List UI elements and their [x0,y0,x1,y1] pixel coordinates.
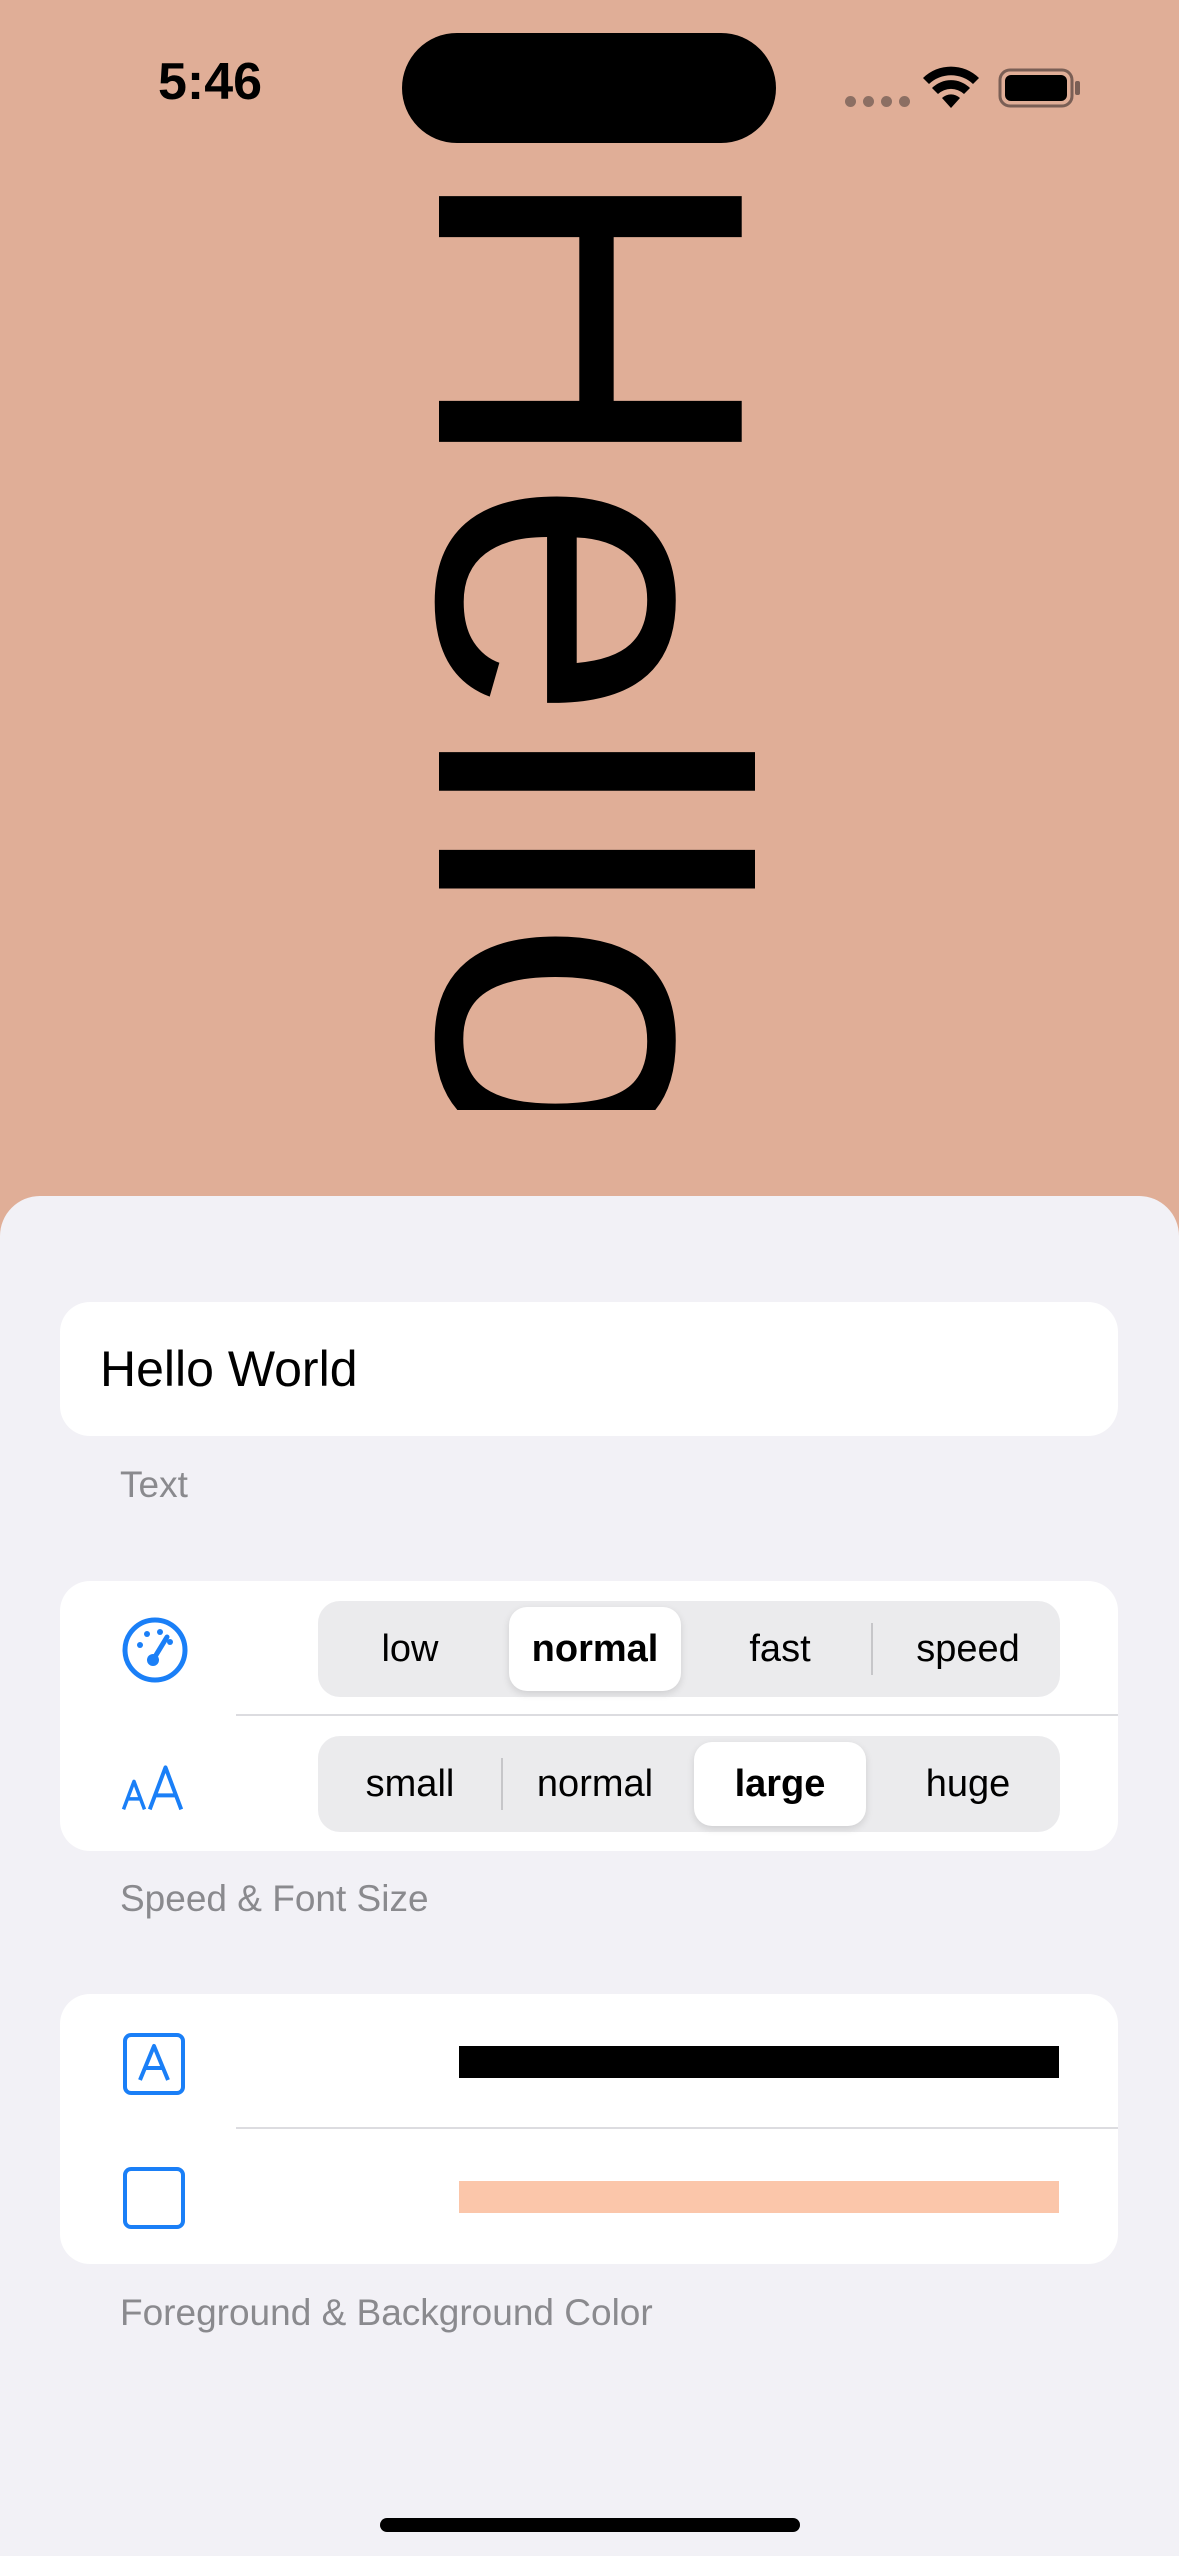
scrolling-banner: Hello [425,160,755,1110]
colors-card [60,1994,1118,2264]
square-icon [123,2167,185,2229]
banner-text: Hello [425,160,755,1110]
text-input[interactable]: Hello World [100,1340,358,1398]
settings-sheet: Hello World Text low normal fast speed s… [0,1196,1179,2556]
foreground-color-well[interactable] [459,2046,1059,2078]
textformat-size-icon [121,1765,184,1811]
text-section-footer: Text [120,1464,188,1505]
font-size-option-large[interactable]: large [694,1742,866,1826]
speed-font-card: low normal fast speed small normal large… [60,1581,1118,1851]
font-size-option-small[interactable]: small [324,1742,496,1826]
home-indicator[interactable] [380,2518,800,2532]
segment-divider [871,1623,873,1675]
character-square-icon [123,2033,185,2095]
text-field-card: Hello World [60,1302,1118,1436]
speed-font-section-footer: Speed & Font Size [120,1878,429,1919]
wifi-icon [923,66,979,108]
font-size-option-huge[interactable]: huge [882,1742,1054,1826]
colors-section-footer: Foreground & Background Color [120,2292,653,2333]
status-time: 5:46 [158,53,263,111]
font-size-picker: small normal large huge [318,1736,1060,1832]
speedometer-icon [122,1617,188,1683]
speed-option-normal[interactable]: normal [509,1607,681,1691]
segment-divider [501,1758,503,1810]
speed-option-speed[interactable]: speed [882,1607,1054,1691]
speed-option-low[interactable]: low [324,1607,496,1691]
dynamic-island [402,33,776,143]
cellular-signal-icon [845,96,910,107]
font-size-option-normal[interactable]: normal [509,1742,681,1826]
speed-picker: low normal fast speed [318,1601,1060,1697]
banner-area: 5:46 Hello [0,0,1179,1240]
background-color-well[interactable] [459,2181,1059,2213]
row-divider [236,1714,1118,1716]
row-divider [236,2127,1118,2129]
speed-option-fast[interactable]: fast [694,1607,866,1691]
battery-icon [998,68,1080,108]
